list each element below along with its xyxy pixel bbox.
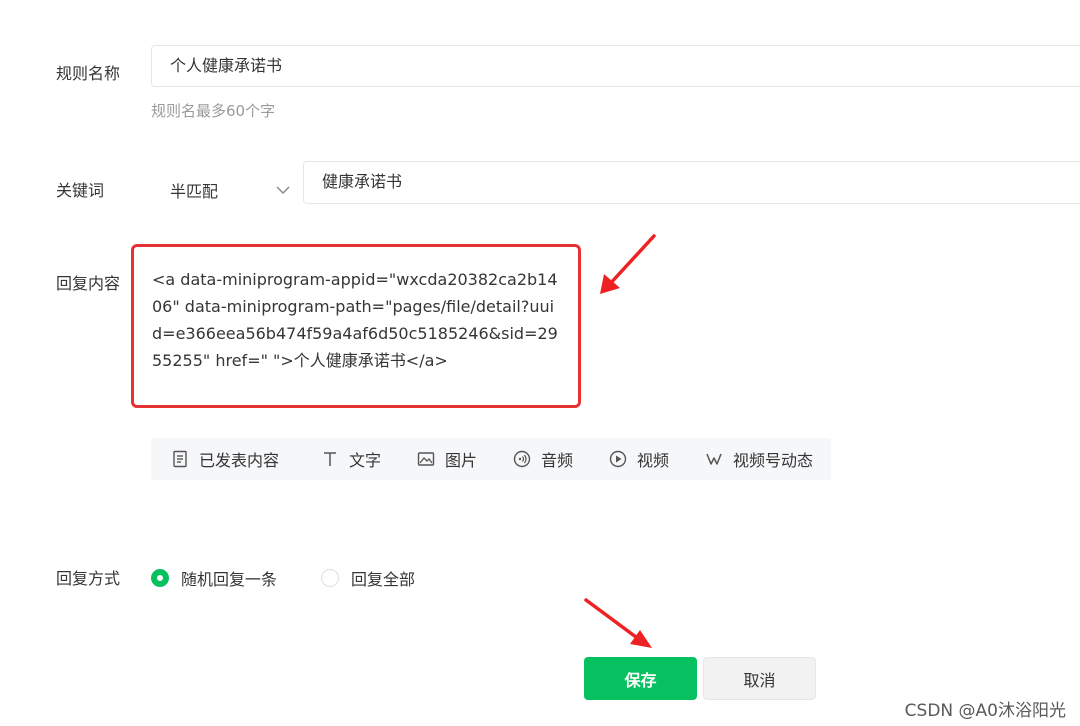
tool-video-label: 视频 [637, 451, 670, 470]
image-icon [417, 450, 435, 468]
radio-reply-all-label: 回复全部 [351, 570, 416, 589]
annotation-arrow-icon [600, 234, 656, 294]
watermark: CSDN @A0沐浴阳光 [904, 701, 1066, 721]
tool-channels[interactable]: 视频号动态 [705, 438, 813, 480]
match-mode-select[interactable]: 半匹配 [151, 162, 301, 204]
reply-content-editor[interactable]: <a data-miniprogram-appid="wxcda20382ca2… [152, 266, 562, 374]
radio-reply-all[interactable]: 回复全部 [321, 566, 415, 590]
text-icon [321, 450, 339, 468]
radio-unchecked-icon [321, 569, 339, 587]
reply-content-label: 回复内容 [56, 274, 121, 293]
content-type-toolbar: 已发表内容 文字 图片 音频 视频 视频号动态 [151, 438, 831, 480]
rule-name-input[interactable]: 个人健康承诺书 [151, 45, 1080, 87]
tool-audio[interactable]: 音频 [513, 438, 573, 480]
keyword-label: 关键词 [56, 181, 105, 200]
radio-checked-icon [151, 569, 169, 587]
document-icon [171, 450, 189, 468]
tool-image-label: 图片 [445, 451, 478, 470]
tool-published-label: 已发表内容 [199, 451, 280, 470]
rule-name-label: 规则名称 [56, 64, 121, 83]
tool-video[interactable]: 视频 [609, 438, 669, 480]
chevron-down-icon [275, 180, 291, 195]
radio-random-one[interactable]: 随机回复一条 [151, 566, 277, 590]
reply-mode-label: 回复方式 [56, 569, 121, 588]
keyword-input[interactable]: 健康承诺书 [303, 161, 1080, 204]
audio-icon [513, 450, 531, 468]
save-button[interactable]: 保存 [584, 657, 697, 700]
radio-random-one-label: 随机回复一条 [181, 570, 278, 589]
tool-channels-label: 视频号动态 [733, 451, 814, 470]
tool-image[interactable]: 图片 [417, 438, 477, 480]
match-mode-value: 半匹配 [170, 182, 219, 201]
tool-published-content[interactable]: 已发表内容 [171, 438, 279, 480]
rule-name-hint: 规则名最多60个字 [151, 102, 276, 120]
tool-text[interactable]: 文字 [321, 438, 381, 480]
cancel-button[interactable]: 取消 [703, 657, 816, 700]
tool-audio-label: 音频 [541, 451, 574, 470]
tool-text-label: 文字 [349, 451, 382, 470]
annotation-arrow-icon [584, 598, 652, 648]
channels-icon [705, 450, 723, 468]
play-circle-icon [609, 450, 627, 468]
